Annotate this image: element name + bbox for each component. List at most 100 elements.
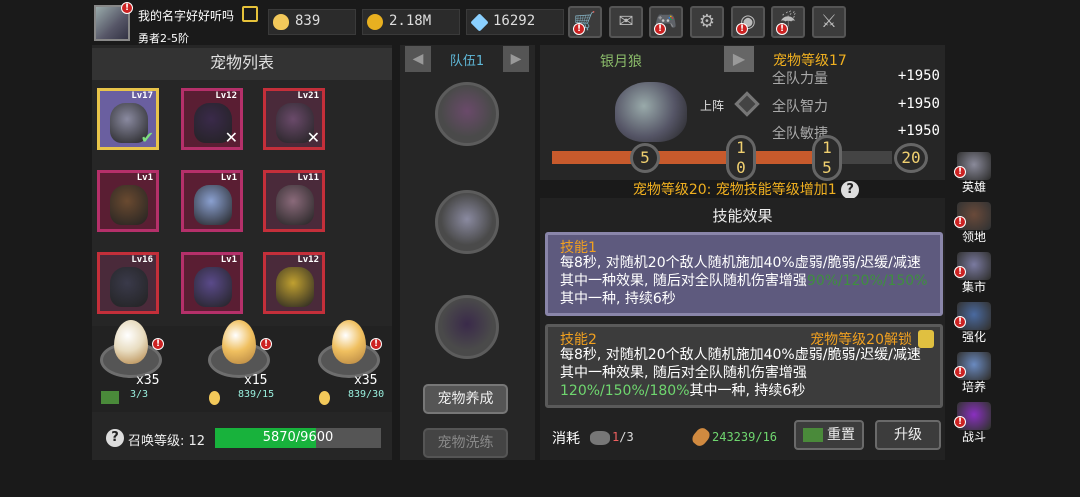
egg-alert-icon: ! xyxy=(152,338,164,350)
milestone-5: 5 xyxy=(630,143,660,173)
gem-resource: 16292 xyxy=(466,9,564,35)
milestone-10: 10 xyxy=(726,135,756,181)
pet-slot[interactable]: Lv1 xyxy=(181,252,243,314)
stat-value: +1950 xyxy=(897,96,940,112)
settings-gear-button[interactable]: ⚙ xyxy=(690,6,724,38)
side-nav-label: 领地 xyxy=(961,230,986,244)
pet-slot[interactable]: Lv1 xyxy=(97,170,159,232)
pet-level: Lv1 xyxy=(220,173,237,183)
alert-badge-icon: ! xyxy=(736,23,748,35)
cost-label: 消耗 xyxy=(552,431,580,447)
egg-cost: 839/30 xyxy=(348,389,385,400)
side-nav-label: 培养 xyxy=(961,380,986,394)
skill-2-description: 每8秒, 对随机20个敌人随机施加40%虚弱/脆弱/迟缓/减速其中一种效果, 随… xyxy=(560,347,921,399)
mail-icon: ✉ xyxy=(618,11,634,32)
wolf-material-icon xyxy=(590,431,610,445)
pet-portrait xyxy=(194,267,232,307)
egg-count: x35 xyxy=(136,373,160,388)
crossed-swords-button[interactable]: ⚔ xyxy=(812,6,846,38)
material-count: 1/3 xyxy=(612,430,634,444)
summon-help-icon[interactable]: ? xyxy=(106,429,124,447)
next-pet-button[interactable]: ▶ xyxy=(724,46,754,72)
gem-count: 16292 xyxy=(493,13,536,29)
pet-level: Lv11 xyxy=(297,173,319,183)
egg-cost: 839/15 xyxy=(238,389,275,400)
selected-pet-portrait xyxy=(615,82,687,142)
side-nav-helmet[interactable]: 英雄! xyxy=(950,152,998,198)
stat-value: +1950 xyxy=(897,68,940,84)
stat-name: 全队力量 xyxy=(772,71,828,87)
skill-card-2[interactable]: 技能2 宠物等级20解锁 每8秒, 对随机20个敌人随机施加40%虚弱/脆弱/迟… xyxy=(545,324,943,408)
deploy-label: 上阵 xyxy=(700,99,725,113)
team-slot-2[interactable] xyxy=(435,190,499,254)
pet-slot[interactable]: Lv12 xyxy=(263,252,325,314)
milestone-digit: 0 xyxy=(736,158,746,177)
side-nav-portal[interactable]: 战斗! xyxy=(950,402,998,448)
shop-cart-button[interactable]: 🛒! xyxy=(568,6,602,38)
crossed-swords-icon: ⚔ xyxy=(820,11,838,32)
milestone-20: 20 xyxy=(894,143,928,173)
deployed-cross-icon: ✕ xyxy=(224,128,238,147)
side-nav-label: 集市 xyxy=(961,280,986,294)
side-nav-crystal[interactable]: 强化! xyxy=(950,302,998,348)
pet-level: Lv16 xyxy=(131,255,153,265)
pet-raise-button[interactable]: 宠物养成 xyxy=(423,384,508,414)
pet-refine-button[interactable]: 宠物洗练 xyxy=(423,428,508,458)
egg-icon xyxy=(319,391,330,405)
pet-portrait xyxy=(194,185,232,225)
player-name: 我的名字好好听吗 xyxy=(138,9,235,23)
pet-level: Lv12 xyxy=(215,91,237,101)
deployed-cross-icon: ✕ xyxy=(306,128,320,147)
mail-button[interactable]: ✉ xyxy=(609,6,643,38)
summon-egg[interactable] xyxy=(114,320,148,364)
team-title: 队伍1 xyxy=(449,54,485,69)
gamepad-button[interactable]: 🎮! xyxy=(649,6,683,38)
upgrade-button[interactable]: 升级 xyxy=(875,420,941,450)
team-slot-3[interactable] xyxy=(435,295,499,359)
player-rank: 勇者2-5阶 xyxy=(138,32,189,45)
pet-slot[interactable]: Lv1 xyxy=(181,170,243,232)
video-ad-icon xyxy=(803,428,823,442)
side-nav-trophy[interactable]: 培养! xyxy=(950,352,998,398)
edit-name-icon[interactable] xyxy=(242,6,258,22)
alert-badge-icon: ! xyxy=(573,23,585,35)
summon-progress-text: 5870/9600 xyxy=(262,430,334,445)
reset-button[interactable]: 重置 xyxy=(794,420,864,450)
alert-badge-icon: ! xyxy=(954,366,966,378)
pet-name: 银月狼 xyxy=(600,54,642,70)
alert-badge-icon: ! xyxy=(954,216,966,228)
color-wheel-button[interactable]: ◉! xyxy=(731,6,765,38)
level-bonus-text: 宠物等级20: 宠物技能等级增加1 ? xyxy=(560,179,932,199)
alert-badge-icon: ! xyxy=(954,316,966,328)
settings-gear-icon: ⚙ xyxy=(698,11,716,32)
stat-value: +1950 xyxy=(897,123,940,139)
pet-portrait xyxy=(110,267,148,307)
summon-egg[interactable] xyxy=(332,320,366,364)
egg-count: x15 xyxy=(244,373,268,388)
skill-card-1[interactable]: 技能1 每8秒, 对随机20个敌人随机施加40%虚弱/脆弱/迟缓/减速其中一种效… xyxy=(545,232,943,316)
team-prev-button[interactable]: ◀ xyxy=(405,46,431,72)
side-nav-market[interactable]: 集市! xyxy=(950,252,998,298)
rain-button[interactable]: ☔! xyxy=(771,6,805,38)
pet-portrait xyxy=(276,267,314,307)
pet-slot[interactable]: Lv16 xyxy=(97,252,159,314)
gem-icon xyxy=(470,13,489,32)
bonus-help-icon[interactable]: ? xyxy=(841,181,860,199)
summon-egg[interactable] xyxy=(222,320,256,364)
summon-level: 12 xyxy=(188,434,206,449)
pet-level: Lv1 xyxy=(136,173,153,183)
pet-slot[interactable]: Lv17 ✔ xyxy=(97,88,159,150)
pet-slot[interactable]: Lv21 ✕ xyxy=(263,88,325,150)
alert-badge-icon: ! xyxy=(954,416,966,428)
side-nav-label: 英雄 xyxy=(961,180,986,194)
pet-slot[interactable]: Lv11 xyxy=(263,170,325,232)
team-next-button[interactable]: ▶ xyxy=(503,46,529,72)
egg-count: 839 xyxy=(295,13,321,29)
team-slot-1[interactable] xyxy=(435,82,499,146)
summon-label: 召唤等级: 12 xyxy=(128,434,206,449)
side-nav-castle[interactable]: 领地! xyxy=(950,202,998,248)
gold-coin-icon xyxy=(367,14,383,30)
egg-icon xyxy=(209,391,220,405)
alert-badge-icon: ! xyxy=(654,23,666,35)
pet-slot[interactable]: Lv12 ✕ xyxy=(181,88,243,150)
